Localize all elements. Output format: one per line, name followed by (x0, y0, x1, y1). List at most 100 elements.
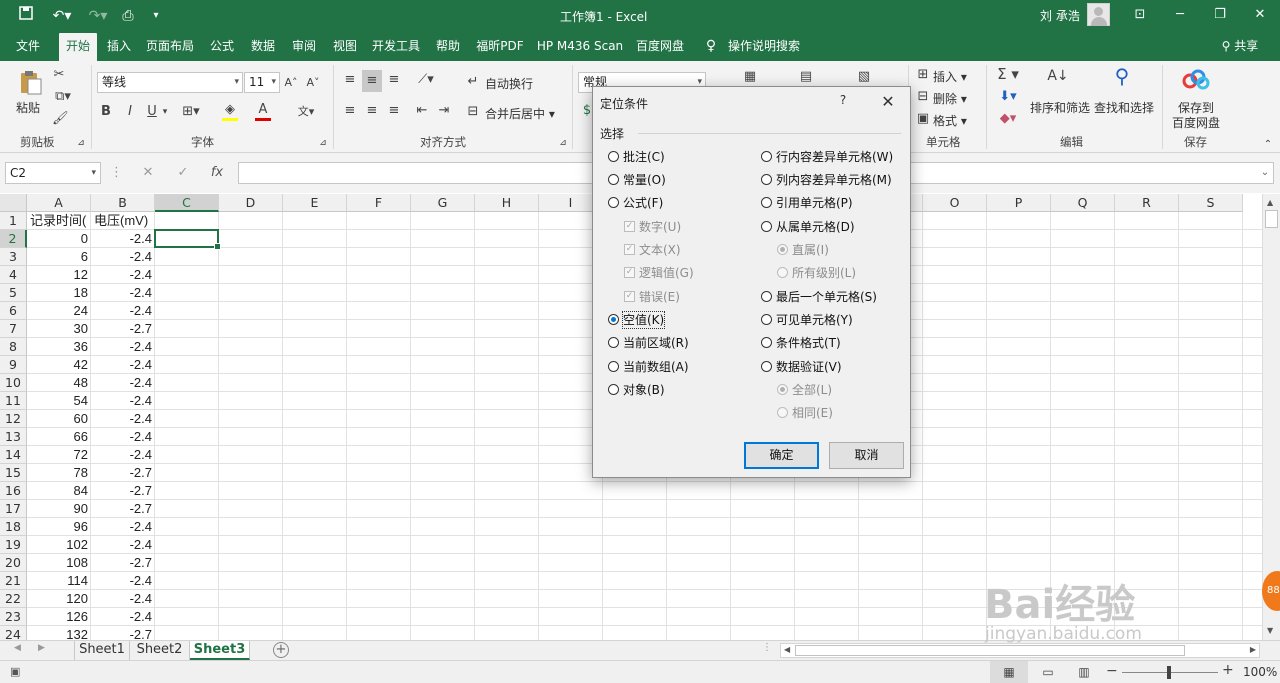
align-left-icon[interactable]: ≡ (342, 103, 358, 119)
column-header[interactable]: P (987, 194, 1051, 212)
tab-view[interactable]: 视图 (327, 33, 363, 61)
macro-record-icon[interactable]: ▣ (10, 665, 20, 678)
save-icon[interactable] (16, 6, 36, 26)
merge-center-icon[interactable]: ⊟ (466, 104, 480, 120)
tab-review[interactable]: 审阅 (286, 33, 322, 61)
tab-data[interactable]: 数据 (245, 33, 281, 61)
close-icon[interactable]: ✕ (1240, 0, 1280, 30)
column-header[interactable]: F (347, 194, 411, 212)
tab-help[interactable]: 帮助 (430, 33, 466, 61)
cell-b[interactable]: -2.4 (91, 410, 155, 428)
wrap-text-icon[interactable]: ↵ (466, 74, 480, 90)
cell-b[interactable]: -2.7 (91, 464, 155, 482)
cell-b[interactable]: -2.4 (91, 248, 155, 266)
minimize-icon[interactable]: ─ (1160, 0, 1200, 30)
tab-home[interactable]: 开始 (59, 33, 97, 61)
zoom-slider-thumb[interactable] (1167, 666, 1171, 679)
column-header[interactable]: E (283, 194, 347, 212)
ribbon-display-icon[interactable]: ⊡ (1120, 0, 1160, 30)
cell-b[interactable]: -2.7 (91, 320, 155, 338)
delete-cells-button[interactable]: 删除 ▾ (933, 90, 967, 107)
align-right-icon[interactable]: ≡ (386, 103, 402, 119)
find-select-button[interactable]: 查找和选择 (1094, 99, 1154, 116)
format-cells-button[interactable]: 格式 ▾ (933, 112, 967, 129)
page-break-view-icon[interactable]: ▥ (1072, 661, 1096, 683)
zoom-in-icon[interactable]: + (1222, 662, 1234, 678)
page-layout-view-icon[interactable]: ▭ (1036, 661, 1060, 683)
redo-icon[interactable]: ↷▾ (84, 6, 112, 26)
next-sheet-icon[interactable]: ▶ (38, 643, 45, 653)
row-header[interactable]: 23 (0, 608, 27, 626)
find-select-icon[interactable]: ⚲ (1108, 66, 1136, 94)
cell-b[interactable]: -2.4 (91, 338, 155, 356)
cell-b[interactable]: -2.4 (91, 266, 155, 284)
column-header[interactable]: H (475, 194, 539, 212)
scroll-down-icon[interactable]: ▼ (1267, 626, 1273, 635)
fill-color-icon[interactable]: ◈ (222, 102, 238, 121)
cell-a[interactable]: 54 (27, 392, 91, 410)
radio-button[interactable] (608, 151, 619, 162)
column-header[interactable]: S (1179, 194, 1243, 212)
cell-a[interactable]: 78 (27, 464, 91, 482)
underline-button[interactable]: U (146, 104, 158, 120)
paste-label[interactable]: 粘贴 (16, 99, 40, 116)
delete-cells-icon[interactable]: ⊟ (915, 89, 931, 105)
scroll-thumb[interactable] (1265, 210, 1278, 228)
cell-a[interactable]: 12 (27, 266, 91, 284)
radio-button[interactable] (608, 174, 619, 185)
cell-a[interactable]: 18 (27, 284, 91, 302)
tab-page-layout[interactable]: 页面布局 (142, 33, 198, 61)
sheet-tab-3[interactable]: Sheet3 (190, 641, 250, 660)
column-header[interactable]: R (1115, 194, 1179, 212)
phonetic-icon[interactable]: 文▾ (294, 104, 318, 120)
row-header[interactable]: 8 (0, 338, 27, 356)
radio-button[interactable] (608, 314, 619, 325)
cell-a[interactable]: 102 (27, 536, 91, 554)
horizontal-scrollbar[interactable]: ◀ ▶ (780, 643, 1260, 658)
alignment-launcher-icon[interactable]: ⊿ (558, 135, 568, 151)
cell-b[interactable]: -2.4 (91, 572, 155, 590)
format-cells-icon[interactable]: ▣ (915, 111, 931, 127)
zoom-out-icon[interactable]: − (1106, 663, 1118, 679)
close-icon[interactable]: ✕ (878, 92, 898, 112)
cell-b[interactable]: -2.4 (91, 536, 155, 554)
row-header[interactable]: 9 (0, 356, 27, 374)
user-name[interactable]: 刘 承浩 (1040, 7, 1080, 24)
font-launcher-icon[interactable]: ⊿ (318, 135, 328, 151)
cell-b[interactable]: -2.4 (91, 374, 155, 392)
autosum-icon[interactable]: Σ ▾ (995, 66, 1021, 82)
align-top-icon[interactable]: ≡ (342, 72, 358, 88)
cell-b[interactable]: -2.4 (91, 284, 155, 302)
undo-icon[interactable]: ↶▾ (48, 6, 76, 26)
cell-b[interactable]: -2.4 (91, 230, 155, 248)
cancel-entry-icon[interactable]: ✕ (140, 165, 156, 181)
cell-a[interactable]: 96 (27, 518, 91, 536)
row-header[interactable]: 14 (0, 446, 27, 464)
cancel-button[interactable]: 取消 (829, 442, 904, 469)
orientation-icon[interactable]: ⟋▾ (414, 72, 438, 88)
radio-button[interactable] (761, 151, 772, 162)
cell-a[interactable]: 72 (27, 446, 91, 464)
radio-button[interactable] (761, 197, 772, 208)
row-header[interactable]: 19 (0, 536, 27, 554)
zoom-level[interactable]: 100% (1243, 665, 1277, 679)
radio-button[interactable] (761, 361, 772, 372)
dialog-launcher-icon[interactable]: ⊿ (76, 135, 86, 151)
cell-a[interactable]: 60 (27, 410, 91, 428)
cell-a[interactable]: 114 (27, 572, 91, 590)
cell-a[interactable]: 36 (27, 338, 91, 356)
cell-b[interactable]: -2.4 (91, 392, 155, 410)
row-header[interactable]: 21 (0, 572, 27, 590)
cell-a[interactable]: 132 (27, 626, 91, 640)
row-header[interactable]: 2 (0, 230, 27, 248)
radio-button[interactable] (761, 291, 772, 302)
prev-sheet-icon[interactable]: ◀ (14, 643, 21, 653)
increase-font-icon[interactable]: A˄ (284, 75, 298, 91)
row-header[interactable]: 11 (0, 392, 27, 410)
cell-a[interactable]: 66 (27, 428, 91, 446)
cell-a[interactable]: 126 (27, 608, 91, 626)
cell-a[interactable]: 90 (27, 500, 91, 518)
font-color-icon[interactable]: A (255, 102, 271, 121)
radio-button[interactable] (761, 221, 772, 232)
decrease-font-icon[interactable]: A˅ (306, 75, 320, 91)
